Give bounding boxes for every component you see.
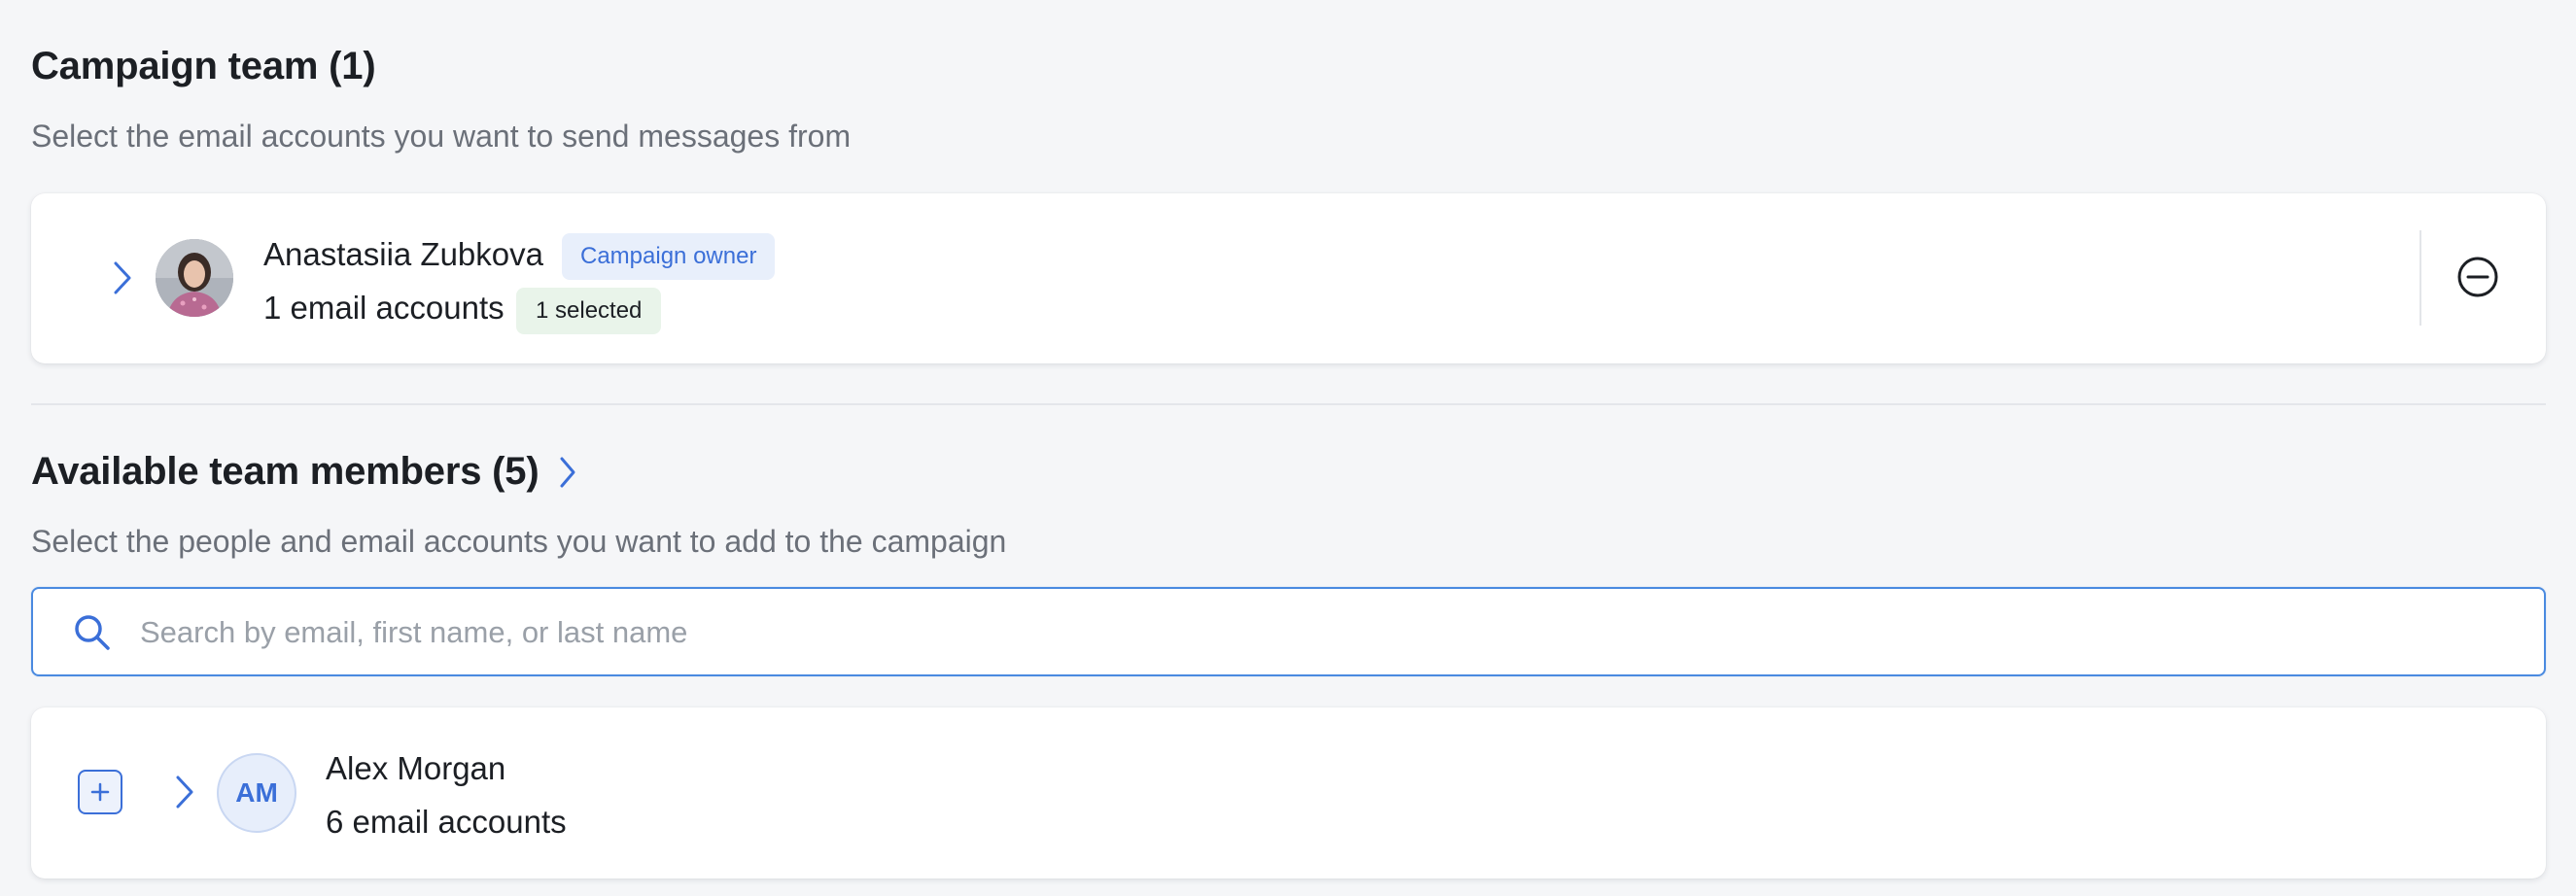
email-accounts-count: 6 email accounts [326, 804, 567, 840]
campaign-team-page: Campaign team (1) Select the email accou… [0, 0, 2576, 896]
add-member-button[interactable] [78, 770, 122, 814]
card-divider [2419, 230, 2421, 326]
section-divider [31, 403, 2546, 405]
avatar [156, 239, 233, 317]
expand-chevron-icon[interactable] [167, 771, 202, 813]
campaign-member-card: Anastasiia Zubkova Campaign owner 1 emai… [31, 193, 2546, 363]
available-member-card: AM Alex Morgan 6 email accounts [31, 707, 2546, 879]
campaign-team-title: Campaign team (1) [31, 45, 376, 88]
available-members-subtitle: Select the people and email accounts you… [31, 524, 1007, 559]
campaign-owner-badge: Campaign owner [562, 233, 776, 280]
email-accounts-count: 1 email accounts [263, 290, 505, 326]
campaign-team-title-text: Campaign team (1) [31, 45, 376, 87]
remove-member-button[interactable] [2455, 255, 2500, 299]
minus-circle-icon [2457, 257, 2498, 297]
search-box[interactable] [31, 587, 2546, 676]
plus-icon [90, 782, 110, 802]
expand-available-chevron-icon[interactable] [558, 456, 577, 489]
expand-chevron-icon[interactable] [105, 257, 140, 299]
selected-count-badge: 1 selected [516, 288, 662, 334]
search-input[interactable] [138, 589, 2475, 676]
available-members-title-text: Available team members (5) [31, 450, 540, 493]
search-icon [75, 615, 110, 650]
member-name: Anastasiia Zubkova [263, 236, 543, 272]
member-name: Alex Morgan [326, 750, 506, 786]
avatar-photo-icon [156, 239, 233, 317]
campaign-team-subtitle: Select the email accounts you want to se… [31, 119, 852, 154]
avatar: AM [217, 753, 296, 833]
available-members-title: Available team members (5) [31, 450, 577, 494]
